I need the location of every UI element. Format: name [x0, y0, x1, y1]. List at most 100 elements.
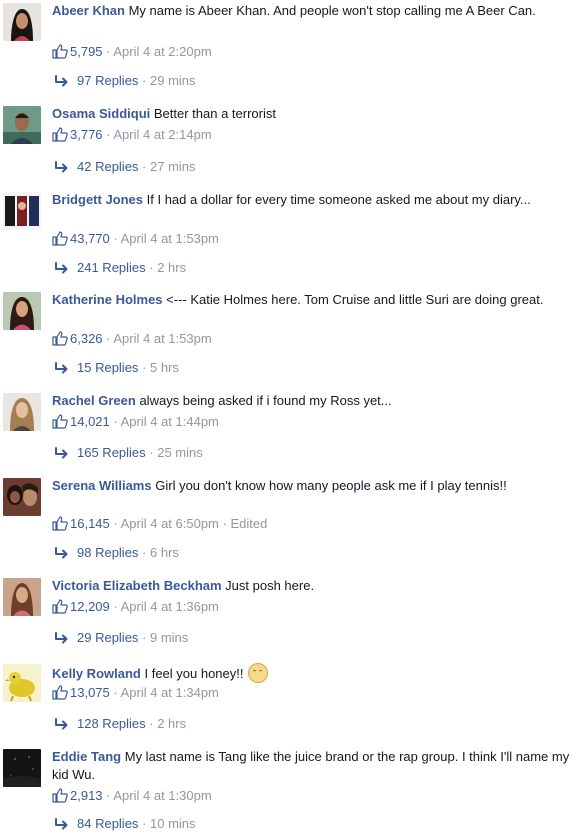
replies-link[interactable]: 165 Replies · 25 mins [55, 444, 203, 462]
comment-meta: 16,145 · April 4 at 6:50pm · Edited [52, 515, 267, 533]
reply-count[interactable]: 98 Replies [77, 545, 138, 560]
avatar[interactable] [3, 664, 41, 702]
avatar[interactable] [3, 578, 41, 616]
replies-link[interactable]: 84 Replies · 10 mins [55, 815, 196, 833]
avatar[interactable] [3, 106, 41, 144]
reply-count[interactable]: 165 Replies [77, 445, 146, 460]
reply-time: 9 mins [150, 630, 189, 645]
reply-arrow-icon [55, 817, 69, 835]
separator: · [102, 127, 114, 142]
author-name[interactable]: Kelly Rowland [52, 666, 141, 681]
avatar[interactable] [3, 393, 41, 431]
thumbs-up-icon[interactable] [52, 685, 68, 705]
timestamp[interactable]: April 4 at 2:20pm [113, 44, 211, 59]
timestamp[interactable]: April 4 at 1:53pm [121, 231, 219, 246]
like-count[interactable]: 3,776 [70, 127, 103, 142]
author-name[interactable]: Eddie Tang [52, 749, 121, 764]
like-count[interactable]: 13,075 [70, 685, 110, 700]
thumbs-up-icon[interactable] [52, 414, 68, 434]
avatar-image [3, 578, 41, 616]
like-count[interactable]: 12,209 [70, 599, 110, 614]
thumbs-up-icon[interactable] [52, 231, 68, 251]
timestamp[interactable]: April 4 at 2:14pm [113, 127, 211, 142]
thumbs-up-icon[interactable] [52, 331, 68, 351]
comment-body: Abeer Khan My name is Abeer Khan. And pe… [52, 2, 572, 20]
reply-count[interactable]: 128 Replies [77, 716, 146, 731]
reply-time: 29 mins [150, 73, 196, 88]
separator: · [138, 545, 150, 560]
separator: · [109, 414, 121, 429]
author-name[interactable]: Victoria Elizabeth Beckham [52, 578, 222, 593]
timestamp[interactable]: April 4 at 6:50pm [121, 516, 219, 531]
avatar-image [3, 393, 41, 431]
timestamp[interactable]: April 4 at 1:30pm [113, 788, 211, 803]
reply-arrow-icon [55, 74, 69, 92]
timestamp[interactable]: April 4 at 1:34pm [121, 685, 219, 700]
separator: · [218, 516, 231, 531]
reply-time: 10 mins [150, 816, 196, 831]
reply-count[interactable]: 84 Replies [77, 816, 138, 831]
replies-link[interactable]: 29 Replies · 9 mins [55, 629, 188, 647]
replies-link[interactable]: 98 Replies · 6 hrs [55, 544, 179, 562]
comment-text: My last name is Tang like the juice bran… [52, 749, 570, 782]
comment-feed: Abeer Khan My name is Abeer Khan. And pe… [0, 0, 582, 831]
reply-count[interactable]: 15 Replies [77, 360, 138, 375]
comment-text: always being asked if i found my Ross ye… [139, 393, 392, 408]
like-count[interactable]: 43,770 [70, 231, 110, 246]
reply-time: 25 mins [157, 445, 203, 460]
comment-text: <--- Katie Holmes here. Tom Cruise and l… [166, 292, 544, 307]
reply-arrow-icon [55, 546, 69, 564]
author-name[interactable]: Bridgett Jones [52, 192, 143, 207]
edited-label[interactable]: Edited [230, 516, 267, 531]
replies-link[interactable]: 128 Replies · 2 hrs [55, 715, 186, 733]
author-name[interactable]: Rachel Green [52, 393, 136, 408]
avatar[interactable] [3, 478, 41, 516]
comment-text: Just posh here. [225, 578, 315, 593]
replies-link[interactable]: 241 Replies · 2 hrs [55, 259, 186, 277]
reply-arrow-icon [55, 361, 69, 379]
like-count[interactable]: 2,913 [70, 788, 103, 803]
timestamp[interactable]: April 4 at 1:53pm [113, 331, 211, 346]
comment-body: Katherine Holmes <--- Katie Holmes here.… [52, 291, 572, 309]
thumbs-up-icon[interactable] [52, 127, 68, 147]
author-name[interactable]: Abeer Khan [52, 3, 125, 18]
thumbs-up-icon[interactable] [52, 599, 68, 619]
thumbs-up-icon[interactable] [52, 788, 68, 808]
comment-meta: 6,326 · April 4 at 1:53pm [52, 330, 212, 348]
thumbs-up-icon[interactable] [52, 44, 68, 64]
replies-link[interactable]: 42 Replies · 27 mins [55, 158, 196, 176]
reply-time: 2 hrs [157, 260, 187, 275]
thumbs-up-icon[interactable] [52, 516, 68, 536]
reply-count[interactable]: 97 Replies [77, 73, 138, 88]
avatar[interactable] [3, 292, 41, 330]
avatar[interactable] [3, 192, 41, 230]
avatar-image [3, 192, 41, 230]
replies-link[interactable]: 15 Replies · 5 hrs [55, 359, 179, 377]
avatar[interactable] [3, 3, 41, 41]
like-count[interactable]: 16,145 [70, 516, 110, 531]
author-name[interactable]: Katherine Holmes [52, 292, 163, 307]
reply-count[interactable]: 241 Replies [77, 260, 146, 275]
separator: · [138, 630, 150, 645]
reply-count[interactable]: 29 Replies [77, 630, 138, 645]
avatar-image [3, 292, 41, 330]
reply-time: 27 mins [150, 159, 196, 174]
comment-body: Osama Siddiqui Better than a terrorist [52, 105, 572, 123]
like-count[interactable]: 6,326 [70, 331, 103, 346]
replies-link[interactable]: 97 Replies · 29 mins [55, 72, 196, 90]
separator: · [138, 816, 150, 831]
avatar-image [3, 664, 41, 702]
author-name[interactable]: Serena Williams [52, 478, 152, 493]
timestamp[interactable]: April 4 at 1:44pm [121, 414, 219, 429]
separator: · [109, 231, 121, 246]
comment-meta: 12,209 · April 4 at 1:36pm [52, 598, 219, 616]
like-count[interactable]: 5,795 [70, 44, 103, 59]
like-count[interactable]: 14,021 [70, 414, 110, 429]
comment-body: Bridgett Jones If I had a dollar for eve… [52, 191, 572, 209]
comment-text: I feel you honey!! [144, 666, 244, 681]
reply-count[interactable]: 42 Replies [77, 159, 138, 174]
reply-arrow-icon [55, 631, 69, 649]
author-name[interactable]: Osama Siddiqui [52, 106, 150, 121]
timestamp[interactable]: April 4 at 1:36pm [121, 599, 219, 614]
avatar[interactable] [3, 749, 41, 787]
